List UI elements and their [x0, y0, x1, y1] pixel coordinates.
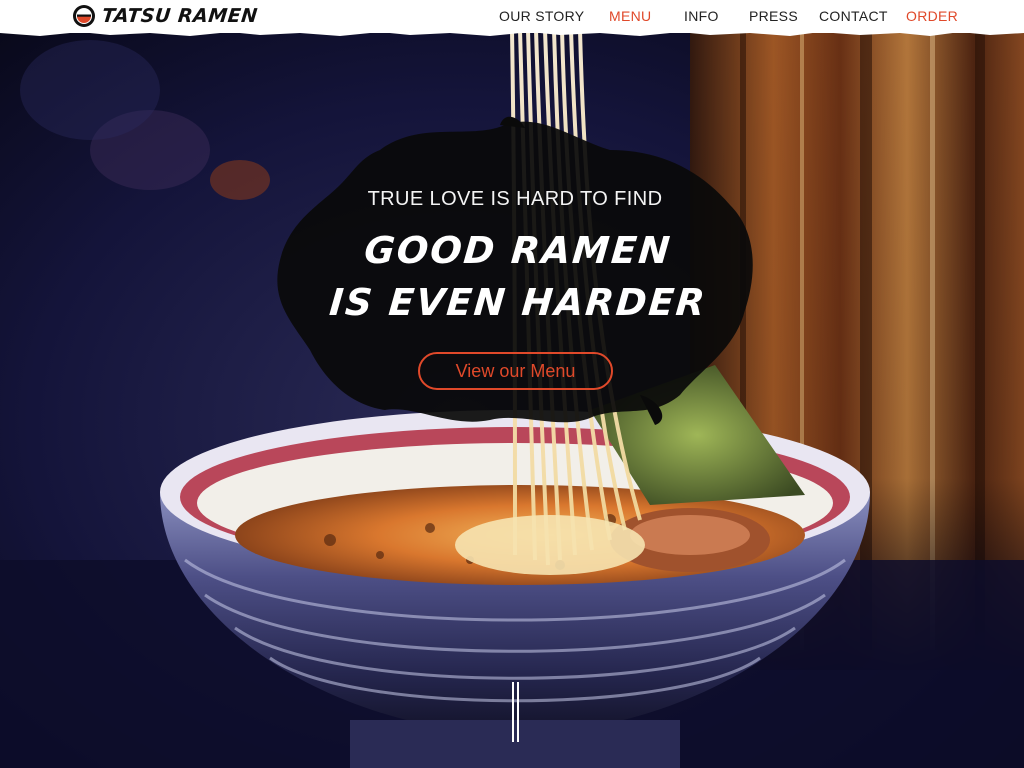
- landing-page: TATSU RAMEN OUR STORY MENU INFO PRESS CO…: [0, 0, 1024, 768]
- main-navigation: OUR STORY MENU INFO PRESS CONTACT ORDER: [0, 0, 1024, 33]
- nav-press[interactable]: PRESS: [749, 8, 798, 24]
- nav-info[interactable]: INFO: [684, 8, 719, 24]
- hero-tagline: TRUE LOVE IS HARD TO FIND: [367, 188, 663, 210]
- nav-our-story[interactable]: OUR STORY: [499, 8, 584, 24]
- nav-order[interactable]: ORDER: [906, 8, 958, 24]
- header-torn-edge: [0, 30, 1024, 36]
- scroll-down-icon[interactable]: [512, 682, 520, 742]
- nav-menu[interactable]: MENU: [609, 8, 651, 24]
- nav-contact[interactable]: CONTACT: [819, 8, 888, 24]
- site-header: TATSU RAMEN OUR STORY MENU INFO PRESS CO…: [0, 0, 1024, 33]
- hero-headline-line-1: GOOD RAMEN: [362, 229, 674, 272]
- hero-headline-line-2: IS EVEN HARDER: [327, 281, 709, 324]
- view-menu-button[interactable]: View our Menu: [418, 352, 613, 390]
